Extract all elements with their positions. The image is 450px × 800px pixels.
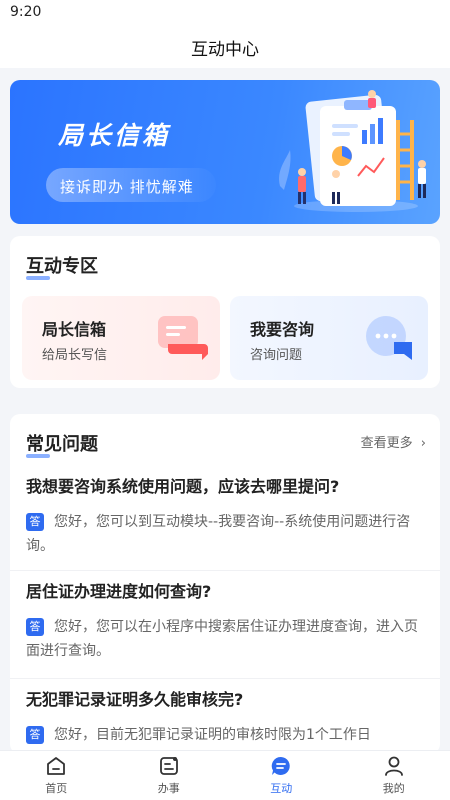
view-more-link[interactable]: 查看更多 › [361,432,426,451]
tab-interaction[interactable]: 互动 [225,751,338,800]
banner-title: 局长信箱 [58,121,171,150]
faq-item[interactable]: 我想要咨询系统使用问题，应该去哪里提问? 答您好，您可以到互动模块--我要咨询-… [10,466,440,564]
tile-mailbox[interactable]: 局长信箱 给局长写信 [22,296,220,380]
faq-answer: 您好，您可以到互动模块--我要咨询--系统使用问题进行咨询。 [26,514,411,554]
answer-badge: 答 [26,726,44,744]
view-more-label: 查看更多 [360,436,413,451]
user-icon [384,756,403,776]
faq-answer: 您好，目前无犯罪记录证明的审核时限为1个工作日 [54,727,371,743]
page-title: 互动中心 [191,39,259,60]
tile-consult[interactable]: 我要咨询 咨询问题 [230,296,428,380]
answer-badge: 答 [26,618,44,636]
task-icon [159,757,178,775]
faq-section-title: 常见问题 [26,430,98,458]
page-content[interactable]: 局长信箱 接诉即办 排忧解难 互动专区 局长信箱 给局长写信 我要咨询 咨询问题… [0,68,450,750]
home-icon [47,757,66,775]
faq-question: 居住证办理进度如何查询? [26,582,212,601]
tab-interaction-label: 互动 [270,782,293,795]
mailbox-banner[interactable]: 局长信箱 接诉即办 排忧解难 [10,80,440,224]
tab-home-label: 首页 [45,782,68,795]
tab-tasks-label: 办事 [157,782,180,795]
chevron-right-icon: › [420,436,426,451]
status-time: 9:20 [10,4,42,20]
bottom-tab-bar: 首页 办事 互动 我的 [0,750,450,800]
faq-question: 我想要咨询系统使用问题，应该去哪里提问? [26,477,340,496]
tab-tasks[interactable]: 办事 [113,751,226,800]
banner-subtitle-pill: 接诉即办 排忧解难 [46,168,216,202]
tile-consult-subtitle: 咨询问题 [250,348,303,363]
tile-consult-title: 我要咨询 [250,320,315,339]
faq-answer-block: 答您好，目前无犯罪记录证明的审核时限为1个工作日 [26,723,426,747]
faq-item[interactable]: 无犯罪记录证明多久能审核完? 答您好，目前无犯罪记录证明的审核时限为1个工作日 [10,678,440,750]
banner-illustration [279,90,426,212]
mail-chat-icon [158,316,208,360]
nav-bar: 互动中心 [0,26,450,68]
faq-title-text: 常见问题 [26,434,98,455]
faq-item[interactable]: 居住证办理进度如何查询? 答您好，您可以在小程序中搜索居住证办理进度查询，进入页… [10,570,440,674]
tab-profile-label: 我的 [382,782,405,795]
interaction-zone-card: 互动专区 局长信箱 给局长写信 我要咨询 咨询问题 [10,236,440,388]
answer-badge: 答 [26,513,44,531]
zone-title-text: 互动专区 [26,256,98,277]
faq-answer-block: 答您好，您可以在小程序中搜索居住证办理进度查询，进入页面进行查询。 [26,615,426,663]
tab-profile[interactable]: 我的 [338,751,450,800]
zone-section-title: 互动专区 [26,252,98,280]
faq-question: 无犯罪记录证明多久能审核完? [26,690,244,709]
faq-answer-block: 答您好，您可以到互动模块--我要咨询--系统使用问题进行咨询。 [26,510,426,558]
tab-home[interactable]: 首页 [0,751,113,800]
chat-icon [272,756,290,775]
faq-answer: 您好，您可以在小程序中搜索居住证办理进度查询，进入页面进行查询。 [26,619,418,659]
banner-subtitle: 接诉即办 排忧解难 [60,178,194,196]
tile-mailbox-subtitle: 给局长写信 [42,348,108,363]
chat-bubble-icon [366,316,412,360]
status-bar: 9:20 [0,0,450,26]
tile-mailbox-title: 局长信箱 [42,320,107,339]
faq-card: 常见问题 查看更多 › 我想要咨询系统使用问题，应该去哪里提问? 答您好，您可以… [10,414,440,750]
